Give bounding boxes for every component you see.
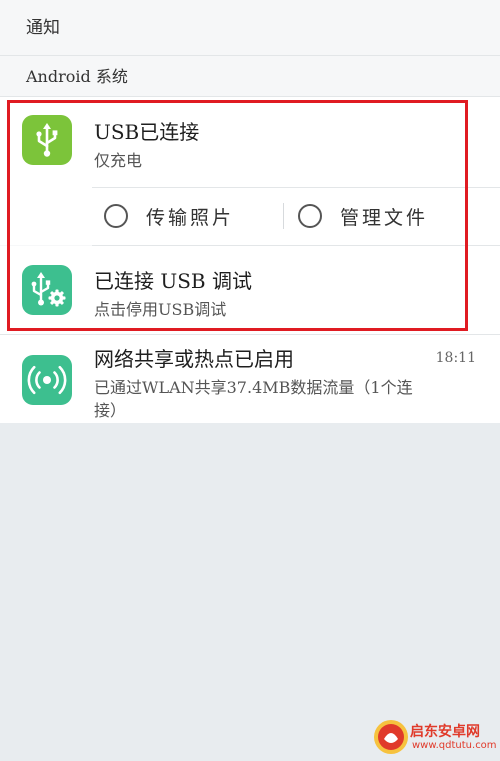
watermark-logo-icon — [372, 718, 410, 756]
android-system-group-header: Android 系统 — [0, 56, 500, 97]
transfer-photos-button[interactable]: 传输照片 — [104, 198, 234, 234]
transfer-photos-label: 传输照片 — [146, 206, 235, 229]
usb-connected-subtitle: 仅充电 — [94, 151, 143, 170]
manage-files-radio-icon[interactable] — [298, 204, 322, 228]
usb-debugging-title: 已连接 USB 调试 — [94, 269, 252, 293]
usb-icon — [22, 115, 72, 165]
notification-usb-debugging[interactable]: 已连接 USB 调试 点击停用USB调试 — [0, 246, 500, 334]
divider — [92, 187, 500, 188]
manage-files-label: 管理文件 — [340, 206, 429, 229]
hotspot-subtitle-line2: 接） — [94, 401, 127, 420]
notifications-header: 通知 — [0, 0, 500, 56]
usb-debug-icon — [22, 265, 72, 315]
notification-panel: 通知 Android 系统 USB已连接 仅充电 传输照片 管理文件 已连接 U… — [0, 0, 500, 423]
site-watermark: 启东安卓网 www.qdtutu.com — [372, 718, 497, 758]
hotspot-subtitle-line1: 已通过WLAN共享37.4MB数据流量（1个连 — [94, 378, 413, 397]
notification-time: 18:11 — [435, 350, 476, 366]
manage-files-button[interactable]: 管理文件 — [298, 198, 428, 234]
hotspot-title: 网络共享或热点已启用 — [94, 347, 294, 371]
usb-connected-title: USB已连接 — [94, 120, 200, 144]
notification-usb-connected[interactable]: USB已连接 仅充电 — [0, 97, 500, 187]
notifications-header-label: 通知 — [26, 18, 60, 38]
watermark-site-name: 启东安卓网 — [410, 724, 480, 740]
usb-debugging-subtitle: 点击停用USB调试 — [94, 300, 227, 319]
group-header-label: Android 系统 — [26, 67, 128, 86]
action-separator — [283, 203, 284, 229]
transfer-photos-radio-icon[interactable] — [104, 204, 128, 228]
hotspot-icon — [22, 355, 72, 405]
watermark-site-url: www.qdtutu.com — [412, 740, 497, 751]
